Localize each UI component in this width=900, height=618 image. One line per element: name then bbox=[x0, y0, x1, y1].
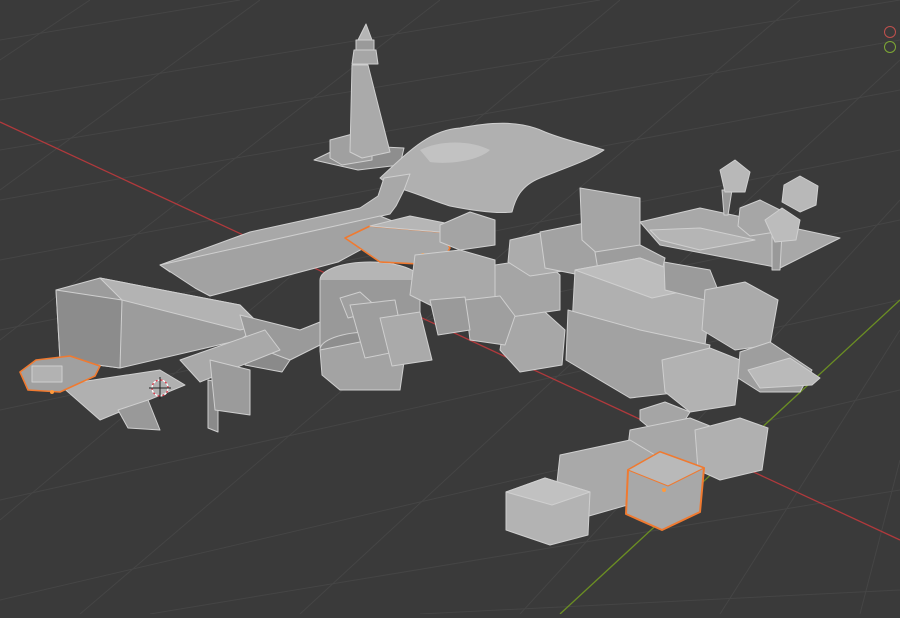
tree-pad[interactable] bbox=[639, 159, 841, 271]
selected-box[interactable] bbox=[625, 451, 705, 531]
3d-viewport[interactable] bbox=[0, 0, 900, 615]
green-circle-icon[interactable] bbox=[884, 41, 896, 53]
red-circle-icon[interactable] bbox=[884, 26, 896, 38]
rock-terrain[interactable] bbox=[379, 122, 605, 213]
large-building[interactable] bbox=[565, 257, 821, 413]
